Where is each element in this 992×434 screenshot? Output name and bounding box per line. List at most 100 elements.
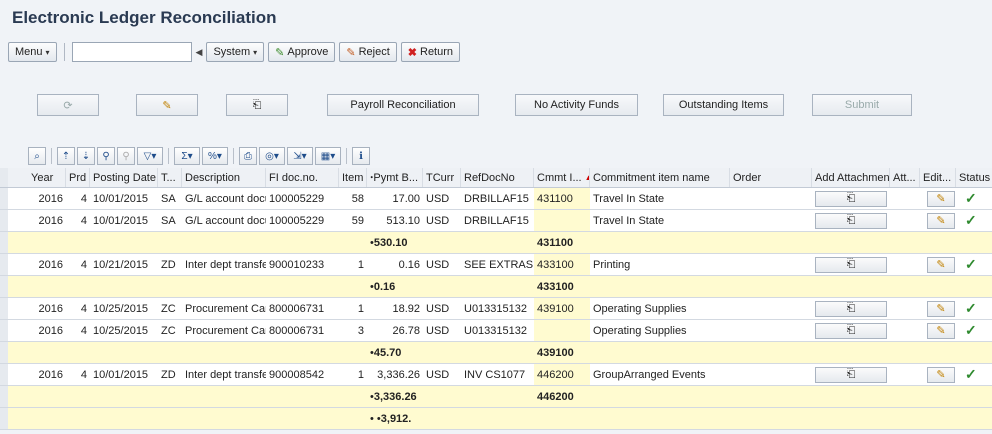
status-check-icon: ✓ — [965, 366, 977, 382]
edit-row-button[interactable]: ✎ — [927, 190, 955, 207]
row-selector[interactable] — [0, 364, 8, 385]
print-icon[interactable]: ⎙ — [239, 147, 257, 165]
row-selector[interactable] — [0, 298, 8, 319]
add-attachment-button[interactable]: ⎗ — [815, 366, 887, 383]
cell-tcurr: USD — [426, 302, 450, 315]
table-row[interactable]: 2016 4 10/21/2015 ZD Inter dept transfer 9000… — [0, 254, 992, 276]
cell-tcurr: USD — [426, 214, 450, 227]
cell-description: Procurement Card — [185, 324, 266, 337]
edit-row-button[interactable]: ✎ — [927, 300, 955, 317]
subtotal-row[interactable]: • 530.10 431100 — [0, 232, 992, 254]
edit-icon: ✎ — [936, 215, 946, 227]
row-selector[interactable] — [0, 254, 8, 275]
col-refdoc[interactable]: RefDocNo — [461, 168, 534, 187]
subtotal-row[interactable]: • • 3,912. — [0, 408, 992, 430]
no-activity-funds-button[interactable]: No Activity Funds — [515, 94, 638, 116]
sort-descending-icon[interactable]: ⇣ — [77, 147, 95, 165]
row-selector[interactable] — [0, 386, 8, 407]
cell-pymt: 513.10 — [386, 214, 420, 227]
table-row[interactable]: 2016 4 10/01/2015 ZD Inter dept transfer 9000… — [0, 364, 992, 386]
col-commitment-name[interactable]: Commitment item name — [590, 168, 730, 187]
edit-row-button[interactable]: ✎ — [927, 366, 955, 383]
col-prd[interactable]: Prd — [66, 168, 90, 187]
find-next-icon[interactable]: ⚲ — [117, 147, 135, 165]
col-add-attachment[interactable]: Add Attachment — [812, 168, 890, 187]
cell-tcurr: USD — [426, 324, 450, 337]
outstanding-items-button[interactable]: Outstanding Items — [663, 94, 784, 116]
subtotal-row[interactable]: • 0.16 433100 — [0, 276, 992, 298]
row-selector[interactable] — [0, 210, 8, 231]
row-selector[interactable] — [0, 232, 8, 253]
col-fi-doc[interactable]: FI doc.no. — [266, 168, 339, 187]
cell-item: 1 — [357, 258, 364, 271]
col-att[interactable]: Att... — [890, 168, 920, 187]
col-status[interactable]: Status — [956, 168, 992, 187]
sum-icon[interactable]: Σ▾ — [174, 147, 200, 165]
table-row[interactable]: 2016 4 10/01/2015 SA G/L account docu 1000052… — [0, 210, 992, 232]
info-icon[interactable]: ℹ — [352, 147, 370, 165]
subtotal-icon[interactable]: %▾ — [202, 147, 228, 165]
edit-row-button[interactable]: ✎ — [927, 212, 955, 229]
layout-icon[interactable]: ▦▾ — [315, 147, 341, 165]
add-attachment-button[interactable]: ⎗ — [815, 212, 887, 229]
cell-refdoc: DRBILLAF15 — [464, 192, 529, 205]
refresh-button[interactable]: ⟳ — [37, 94, 99, 116]
reject-button[interactable]: ✎ Reject — [339, 42, 397, 62]
row-selector[interactable] — [0, 188, 8, 209]
cell-fi-doc: 900010233 — [269, 258, 325, 271]
row-selector[interactable] — [0, 320, 8, 341]
col-pymt[interactable]: ꞏ Pymt B... — [367, 168, 423, 187]
cell-pymt: 17.00 — [392, 192, 420, 205]
collapse-arrow-icon[interactable]: ◀ — [196, 47, 203, 58]
col-edit[interactable]: Edit... — [920, 168, 956, 187]
reject-label: Reject — [358, 46, 390, 58]
col-item[interactable]: Item — [339, 168, 367, 187]
cell-year: 2016 — [38, 258, 63, 271]
menu-button[interactable]: Menu ▾ — [8, 42, 57, 62]
filter-icon[interactable]: ▽▾ — [137, 147, 163, 165]
table-row[interactable]: 2016 4 10/25/2015 ZC Procurement Card 8000067… — [0, 298, 992, 320]
toolbar-separator — [51, 148, 52, 164]
edit-row-button[interactable]: ✎ — [927, 256, 955, 273]
row-selector[interactable] — [0, 408, 8, 429]
subtotal-row[interactable]: • 3,336.26 446200 — [0, 386, 992, 408]
attachment-icon: ⎗ — [846, 368, 856, 380]
cell-add-attachment: ⎗ — [812, 188, 890, 209]
edit-button[interactable]: ✎ — [136, 94, 198, 116]
edit-row-button[interactable]: ✎ — [927, 322, 955, 339]
col-order[interactable]: Order — [730, 168, 812, 187]
col-t[interactable]: T... — [158, 168, 182, 187]
add-attachment-button[interactable]: ⎗ — [815, 322, 887, 339]
payroll-reconciliation-button[interactable]: Payroll Reconciliation — [327, 94, 479, 116]
col-tcurr[interactable]: TCurr — [423, 168, 461, 187]
details-icon[interactable]: ⌕ — [28, 147, 46, 165]
row-selector[interactable] — [0, 342, 8, 363]
row-selector-header[interactable] — [0, 168, 8, 187]
col-description[interactable]: Description — [182, 168, 266, 187]
system-button[interactable]: System ▾ — [206, 42, 265, 62]
views-icon[interactable]: ◎▾ — [259, 147, 285, 165]
cell-commitment-name: Operating Supplies — [593, 324, 687, 337]
subtotal-row[interactable]: • 45.70 439100 — [0, 342, 992, 364]
subtotal-value: 530.10 — [373, 236, 408, 249]
add-attachment-button[interactable]: ⎗ — [815, 300, 887, 317]
export-icon[interactable]: ⇲▾ — [287, 147, 313, 165]
command-field[interactable] — [71, 42, 192, 62]
find-icon[interactable]: ⚲ — [97, 147, 115, 165]
sort-ascending-icon[interactable]: ⇡ — [57, 147, 75, 165]
cell-fi-doc: 900008542 — [269, 368, 325, 381]
add-attachment-button[interactable]: ⎗ — [815, 256, 887, 273]
submit-button[interactable]: Submit — [812, 94, 912, 116]
approve-button[interactable]: ✎ Approve — [268, 42, 336, 62]
cell-refdoc: DRBILLAF15 — [464, 214, 529, 227]
attachment-button[interactable]: ⎗ — [226, 94, 288, 116]
col-cmmt[interactable]: Cmmt I...▲ — [534, 168, 590, 187]
cell-status: ✓ — [962, 254, 988, 275]
table-row[interactable]: 2016 4 10/25/2015 ZC Procurement Card 8000067… — [0, 320, 992, 342]
return-button[interactable]: ✖ Return — [400, 42, 461, 62]
table-row[interactable]: 2016 4 10/01/2015 SA G/L account docu 1000052… — [0, 188, 992, 210]
add-attachment-button[interactable]: ⎗ — [815, 190, 887, 207]
row-selector[interactable] — [0, 276, 8, 297]
col-year[interactable]: Year — [28, 168, 66, 187]
col-posting-date[interactable]: Posting Date — [90, 168, 158, 187]
